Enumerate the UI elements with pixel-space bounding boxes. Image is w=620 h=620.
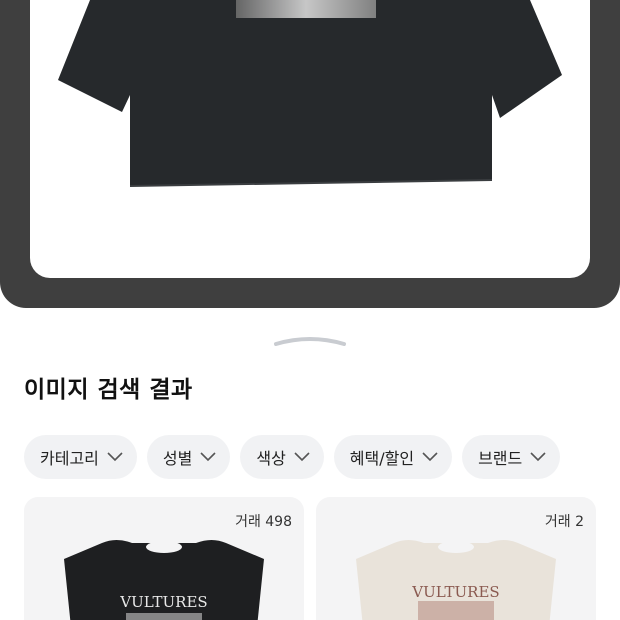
image-search-screen: 이미지 검색 결과 카테고리 성별 색상 혜택/할인 브랜드 VULTURES …	[0, 0, 620, 620]
chip-label: 혜택/할인	[349, 449, 415, 468]
result-card[interactable]: VULTURES 거래 498	[24, 497, 304, 620]
shirt-print-text: VULTURES	[411, 583, 499, 601]
chevron-down-icon	[294, 452, 310, 462]
image-preview-panel	[0, 0, 620, 308]
trade-count: 거래 2	[544, 514, 584, 530]
chip-label: 성별	[162, 449, 193, 468]
shirt-print-text: VULTURES	[119, 593, 207, 611]
chip-label: 색상	[256, 449, 286, 468]
filter-chip-category[interactable]: 카테고리	[24, 435, 137, 479]
filter-chip-row: 카테고리 성별 색상 혜택/할인 브랜드	[24, 435, 620, 479]
chevron-down-icon	[530, 452, 546, 462]
chevron-down-icon	[200, 452, 216, 462]
trade-count: 거래 498	[235, 514, 292, 530]
filter-chip-brand[interactable]: 브랜드	[462, 435, 561, 479]
chevron-down-icon	[107, 452, 123, 462]
search-image-card[interactable]	[30, 0, 590, 278]
section-title: 이미지 검색 결과	[24, 377, 193, 403]
filter-chip-gender[interactable]: 성별	[146, 435, 231, 479]
result-grid: VULTURES 거래 498 VULTURES 거래 2	[24, 497, 620, 620]
filter-chip-benefit[interactable]: 혜택/할인	[333, 435, 453, 479]
sheet-drag-handle[interactable]	[272, 334, 348, 348]
filter-chip-color[interactable]: 색상	[240, 435, 324, 479]
black-cropped-tee-image	[58, 0, 562, 187]
chip-label: 브랜드	[478, 449, 523, 468]
chevron-down-icon	[422, 452, 438, 462]
chip-label: 카테고리	[40, 449, 99, 468]
result-card[interactable]: VULTURES 거래 2	[316, 497, 596, 620]
